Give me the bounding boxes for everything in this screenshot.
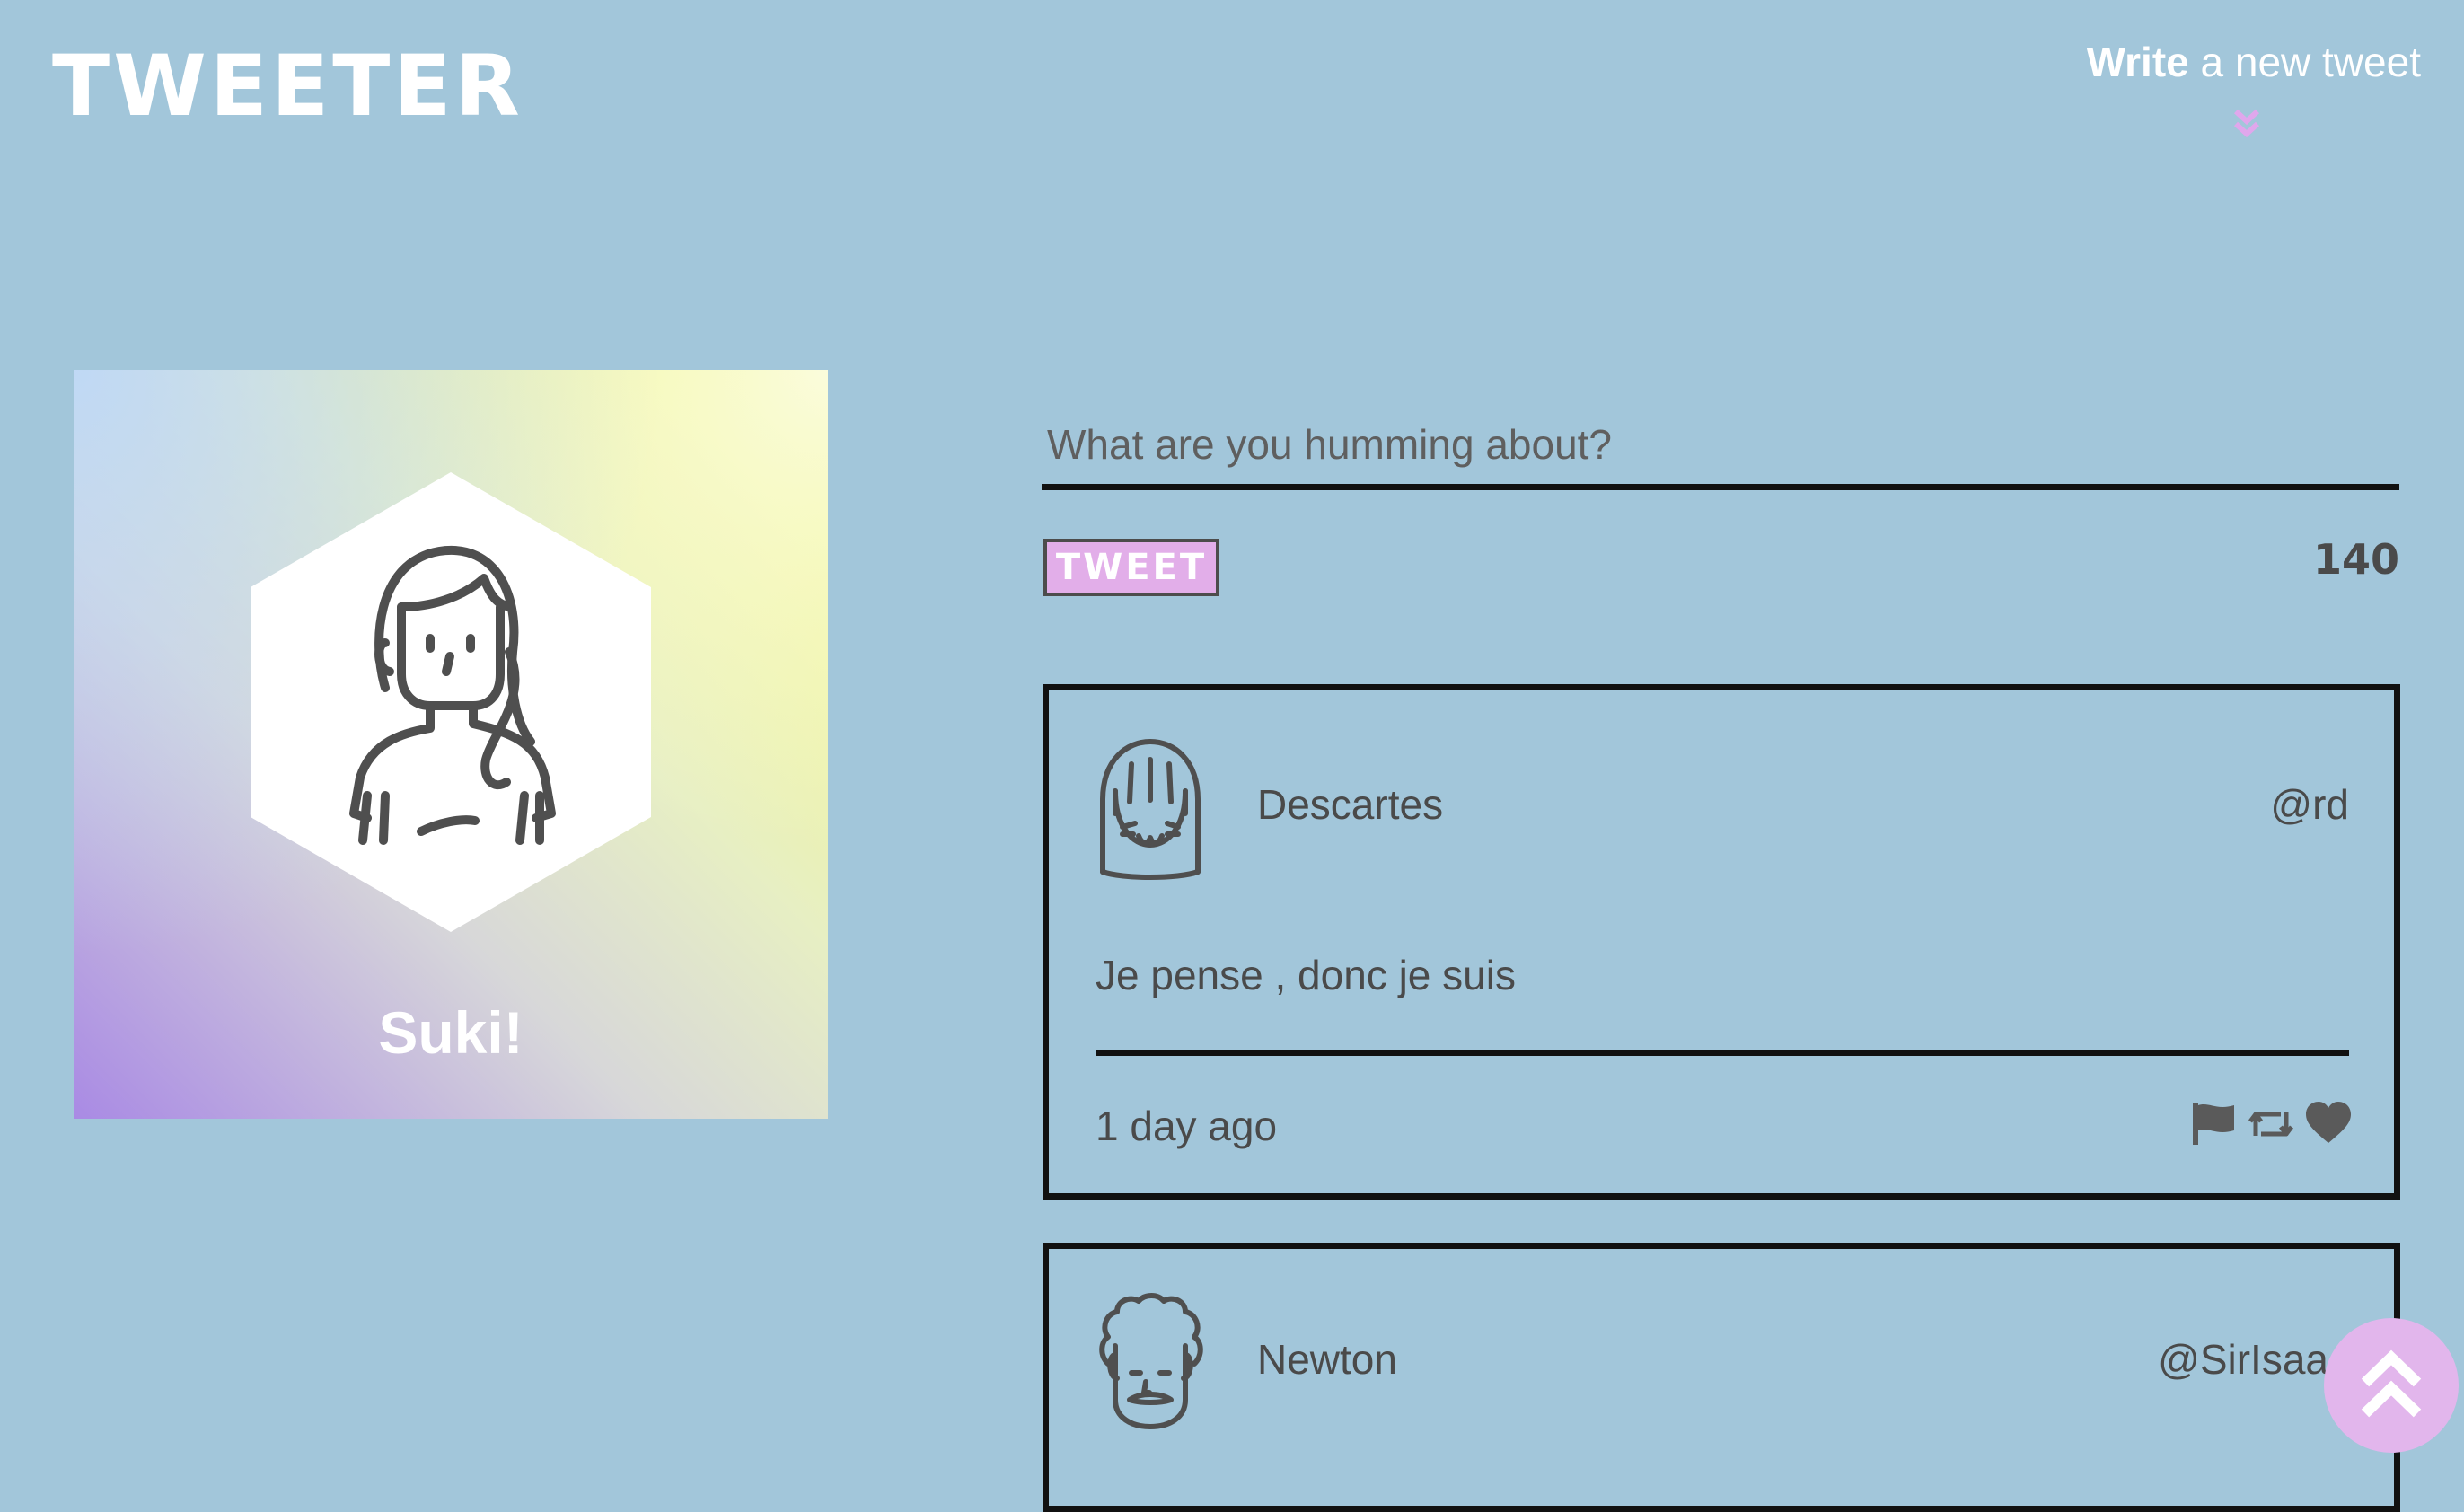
app-logo[interactable]: TWEETER bbox=[52, 45, 524, 129]
tweet-text: Je pense , donc je suis bbox=[1096, 952, 1516, 998]
descartes-avatar bbox=[1100, 739, 1201, 880]
flag-icon[interactable] bbox=[2189, 1100, 2238, 1148]
tweet-author-handle[interactable]: @rd bbox=[2270, 780, 2349, 829]
profile-name: Suki! bbox=[378, 999, 524, 1066]
scroll-to-top-button[interactable] bbox=[2324, 1318, 2459, 1453]
tweet-compose-input[interactable] bbox=[1042, 404, 2399, 490]
profile-avatar bbox=[251, 472, 651, 932]
tweet-card: Newton @SirIsaac bbox=[1043, 1243, 2400, 1512]
character-counter: 140 bbox=[2312, 535, 2399, 584]
double-chevron-up-icon bbox=[2361, 1349, 2422, 1418]
retweet-icon[interactable] bbox=[2247, 1100, 2295, 1148]
heart-icon[interactable] bbox=[2304, 1100, 2353, 1148]
tweet-timestamp: 1 day ago bbox=[1096, 1103, 1278, 1149]
write-link-rest: a new tweet bbox=[2188, 39, 2422, 85]
tweet-author-name[interactable]: Newton bbox=[1257, 1335, 1397, 1384]
tweet-card: Descartes @rd Je pense , donc je suis 1 … bbox=[1043, 684, 2400, 1200]
profile-card: Suki! bbox=[74, 370, 828, 1119]
write-new-tweet-link[interactable]: Write a new tweet bbox=[2087, 40, 2421, 85]
chevron-down-icon[interactable] bbox=[2229, 106, 2265, 142]
tweet-author-name[interactable]: Descartes bbox=[1257, 780, 1443, 829]
tweet-submit-button[interactable]: TWEET bbox=[1043, 539, 1219, 596]
tweet-actions bbox=[2189, 1100, 2353, 1148]
write-link-strong: Write bbox=[2086, 39, 2189, 85]
tweet-divider bbox=[1096, 1050, 2349, 1056]
tweet-author-handle[interactable]: @SirIsaac bbox=[2158, 1335, 2349, 1384]
newton-avatar bbox=[1099, 1293, 1203, 1429]
